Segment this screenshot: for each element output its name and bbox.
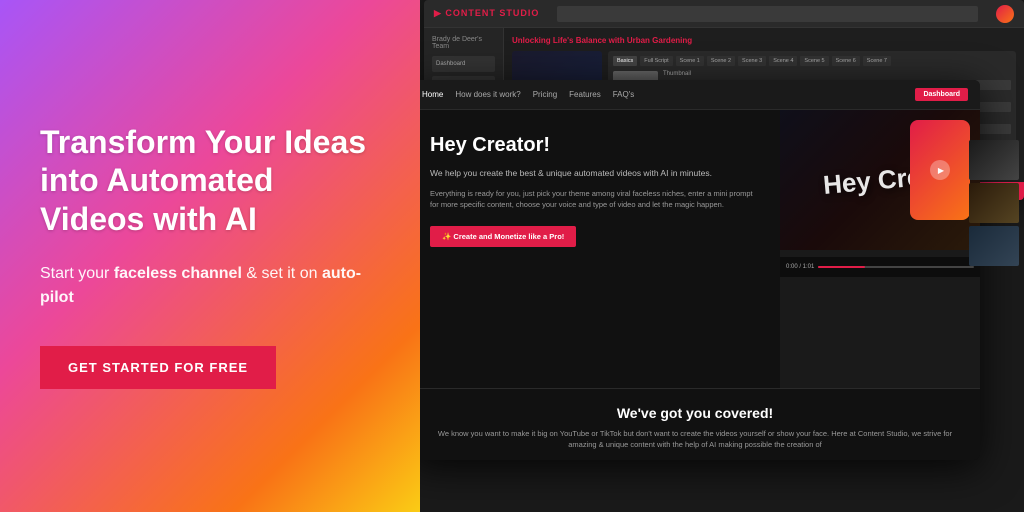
right-thumb-2: [969, 183, 1019, 223]
app-search-bar[interactable]: [557, 6, 978, 22]
video-title: Unlocking Life's Balance with Urban Gard…: [512, 36, 1016, 45]
browser-bottom-section: We've got you covered! We know you want …: [420, 388, 980, 460]
scene-tab-scene1[interactable]: Full Script: [640, 56, 672, 66]
video-progress-fill: [818, 266, 865, 268]
app-logo-accent: ▶: [434, 8, 445, 18]
right-thumb-3: [969, 226, 1019, 266]
subtitle-start: Start your: [40, 265, 114, 282]
browser-heading: Hey Creator!: [430, 134, 760, 157]
scene-tab-scene5[interactable]: Scene 4: [769, 56, 797, 66]
subtitle-middle: & set it on: [242, 265, 322, 282]
app-topbar: ▶ CONTENT STUDIO: [424, 0, 1024, 28]
scene-tab-scene6[interactable]: Scene 5: [800, 56, 828, 66]
scene-tab-script[interactable]: Basics: [613, 56, 637, 66]
right-panel: ▶ CONTENT STUDIO Brady de Deer's Team Da…: [420, 0, 1024, 512]
nav-home[interactable]: Home: [422, 90, 443, 99]
browser-description2: Everything is ready for you, just pick y…: [430, 188, 760, 211]
scene-tab-scene2[interactable]: Scene 1: [676, 56, 704, 66]
scene-tab-scene4[interactable]: Scene 3: [738, 56, 766, 66]
main-headline: Transform Your Ideas into Automated Vide…: [40, 123, 380, 238]
phone-mockup: [910, 120, 970, 220]
browser-topbar: Home How does it work? Pricing Features …: [420, 80, 980, 110]
scene-tab-scene3[interactable]: Scene 2: [707, 56, 735, 66]
subtitle-bold1: faceless channel: [114, 265, 242, 282]
browser-main-content: Hey Creator! We help you create the best…: [420, 110, 780, 388]
browser-window: Home How does it work? Pricing Features …: [420, 80, 980, 460]
video-progress-bar[interactable]: [818, 266, 974, 268]
nav-features[interactable]: Features: [569, 90, 601, 99]
subtitle: Start your faceless channel & set it on …: [40, 262, 380, 310]
scene-tab-scene7[interactable]: Scene 6: [832, 56, 860, 66]
sidebar-team-label: Brady de Deer's Team: [432, 36, 495, 50]
browser-body: Hey Creator! We help you create the best…: [420, 110, 980, 388]
bottom-text: We know you want to make it big on YouTu…: [430, 429, 960, 450]
video-preview-screen: Hey Cred: [780, 110, 980, 250]
create-monetize-btn[interactable]: ✨ Create and Monetize like a Pro!: [430, 226, 576, 247]
phone-play-button[interactable]: [930, 160, 950, 180]
app-avatar: [996, 5, 1014, 23]
scene-tab-scene8[interactable]: Scene 7: [863, 56, 891, 66]
app-logo: ▶ CONTENT STUDIO: [434, 8, 539, 19]
left-panel: Transform Your Ideas into Automated Vide…: [0, 0, 420, 512]
cta-button[interactable]: GET STARTED FOR FREE: [40, 346, 276, 389]
video-controls: 0:00 / 1:01: [780, 257, 980, 277]
nav-pricing[interactable]: Pricing: [533, 90, 557, 99]
scene-tabs: Basics Full Script Scene 1 Scene 2 Scene…: [613, 56, 1011, 66]
right-thumbnails: [969, 140, 1024, 266]
browser-dashboard-btn[interactable]: Dashboard: [915, 88, 968, 101]
app-logo-text: CONTENT STUDIO: [445, 8, 539, 18]
sidebar-dashboard-label: Dashboard: [436, 61, 465, 67]
browser-description: We help you create the best & unique aut…: [430, 167, 760, 180]
bottom-heading: We've got you covered!: [430, 405, 960, 421]
browser-video-preview: Hey Cred 0:00 / 1:01: [780, 110, 980, 388]
browser-nav: Home How does it work? Pricing Features …: [422, 90, 905, 99]
sidebar-item-dashboard[interactable]: Dashboard: [432, 56, 495, 72]
right-thumb-1: [969, 140, 1019, 180]
video-time: 0:00 / 1:01: [786, 264, 814, 270]
nav-how[interactable]: How does it work?: [455, 90, 520, 99]
nav-faq[interactable]: FAQ's: [613, 90, 635, 99]
